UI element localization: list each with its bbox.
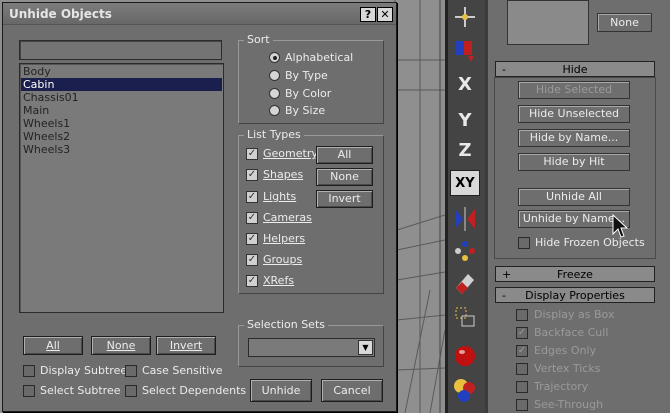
sort-alphabetical-radio[interactable] (269, 52, 280, 63)
hide-unselected-button[interactable]: Hide Unselected (518, 105, 630, 123)
array-icon[interactable] (450, 236, 480, 266)
sort-by-color-label: By Color (285, 87, 332, 100)
mouse-cursor-icon (612, 213, 629, 240)
see-through-label: See-Through (534, 398, 604, 411)
groups-checkbox[interactable]: ✓ (246, 254, 258, 266)
cameras-checkbox[interactable]: ✓ (246, 212, 258, 224)
unhide-button[interactable]: Unhide (250, 379, 312, 402)
cameras-label: Cameras (263, 211, 312, 224)
select-subtree-checkbox[interactable] (23, 385, 35, 397)
help-button[interactable]: ? (360, 7, 376, 22)
helpers-checkbox[interactable]: ✓ (246, 233, 258, 245)
backface-cull-label: Backface Cull (534, 326, 609, 339)
shapes-label: Shapes (263, 168, 304, 181)
display-as-box-label: Display as Box (534, 308, 615, 321)
unhide-all-button[interactable]: Unhide All (518, 188, 630, 206)
chevron-down-icon[interactable]: ▼ (358, 340, 373, 355)
render-teapot-icon[interactable] (450, 340, 480, 370)
none-button[interactable]: None (91, 336, 151, 355)
sort-alphabetical-label: Alphabetical (285, 51, 354, 64)
search-input[interactable] (19, 40, 222, 60)
list-item[interactable]: Main (21, 104, 222, 117)
lights-checkbox[interactable]: ✓ (246, 191, 258, 203)
list-item-selected[interactable]: Cabin (21, 78, 222, 91)
eraser-icon[interactable] (450, 268, 480, 298)
hide-by-hit-button[interactable]: Hide by Hit (518, 153, 630, 171)
list-item[interactable]: Chassis01 (21, 91, 222, 104)
sort-by-color-radio[interactable] (269, 88, 280, 99)
cancel-button[interactable]: Cancel (321, 379, 383, 402)
list-item[interactable]: Wheels3 (21, 143, 222, 156)
dialog-title: Unhide Objects (9, 7, 112, 21)
xrefs-label: XRefs (263, 274, 295, 287)
panel-preview-swatch (507, 0, 589, 45)
trajectory-label: Trajectory (534, 380, 589, 393)
material-icon[interactable] (450, 374, 480, 404)
display-properties-rollout-header[interactable]: - Display Properties (495, 287, 655, 303)
trajectory-checkbox[interactable] (516, 381, 528, 393)
case-sensitive-label: Case Sensitive (142, 364, 223, 377)
select-filter-icon[interactable] (450, 36, 480, 66)
case-sensitive-checkbox[interactable] (125, 365, 137, 377)
axis-z-icon[interactable]: Z (450, 140, 480, 170)
sort-by-size-radio[interactable] (269, 105, 280, 116)
sort-by-type-radio[interactable] (269, 70, 280, 81)
sort-by-size-label: By Size (285, 104, 326, 117)
align-icon[interactable] (450, 302, 480, 332)
list-item[interactable]: Wheels2 (21, 130, 222, 143)
display-as-box-checkbox[interactable] (516, 309, 528, 321)
divider (445, 0, 448, 413)
axis-xy-icon[interactable]: XY (450, 170, 480, 196)
edges-only-label: Edges Only (534, 344, 597, 357)
types-none-button[interactable]: None (316, 168, 373, 186)
invert-button[interactable]: Invert (156, 336, 216, 355)
select-dependents-checkbox[interactable] (125, 385, 137, 397)
backface-cull-checkbox[interactable]: ✓ (516, 327, 528, 339)
sort-group-title: Sort (244, 33, 273, 46)
close-button[interactable]: ✕ (377, 7, 393, 22)
axis-x-icon[interactable]: X (450, 74, 480, 104)
display-subtree-checkbox[interactable] (23, 365, 35, 377)
hide-by-name-button[interactable]: Hide by Name... (518, 129, 630, 147)
axis-y-icon[interactable]: Y (450, 110, 480, 140)
selection-sets-title: Selection Sets (244, 318, 328, 331)
vertex-ticks-label: Vertex Ticks (534, 362, 601, 375)
see-through-checkbox[interactable] (516, 399, 528, 411)
display-subtree-label: Display Subtree (40, 364, 128, 377)
lights-label: Lights (263, 190, 297, 203)
xrefs-checkbox[interactable]: ✓ (246, 275, 258, 287)
vertex-ticks-checkbox[interactable] (516, 363, 528, 375)
edges-only-checkbox[interactable]: ✓ (516, 345, 528, 357)
sort-by-type-label: By Type (285, 69, 328, 82)
selection-sets-dropdown[interactable]: ▼ (248, 338, 375, 357)
types-all-button[interactable]: All (316, 146, 373, 164)
select-subtree-label: Select Subtree (40, 384, 121, 397)
hide-frozen-label: Hide Frozen Objects (535, 236, 645, 249)
select-dependents-label: Select Dependents (142, 384, 247, 397)
none-button[interactable]: None (597, 13, 652, 32)
types-invert-button[interactable]: Invert (316, 190, 373, 208)
unhide-objects-dialog: Unhide Objects ? ✕ Body Cabin Chassis01 … (2, 2, 397, 412)
hide-selected-button[interactable]: Hide Selected (518, 81, 630, 99)
freeze-rollout-header[interactable]: + Freeze (495, 266, 655, 282)
object-list[interactable]: Body Cabin Chassis01 Main Wheels1 Wheels… (19, 63, 224, 313)
shapes-checkbox[interactable]: ✓ (246, 169, 258, 181)
list-item[interactable]: Wheels1 (21, 117, 222, 130)
hide-rollout-header[interactable]: - Hide (495, 61, 655, 77)
geometry-label: Geometry (263, 147, 318, 160)
all-button[interactable]: All (23, 336, 83, 355)
helpers-label: Helpers (263, 232, 306, 245)
hide-frozen-checkbox[interactable] (518, 237, 530, 249)
list-types-title: List Types (244, 128, 304, 141)
mirror-icon[interactable] (450, 204, 480, 234)
groups-label: Groups (263, 253, 303, 266)
geometry-checkbox[interactable]: ✓ (246, 148, 258, 160)
list-item[interactable]: Body (21, 65, 222, 78)
dialog-titlebar[interactable]: Unhide Objects ? ✕ (3, 3, 396, 25)
move-gizmo-icon[interactable] (450, 2, 480, 32)
